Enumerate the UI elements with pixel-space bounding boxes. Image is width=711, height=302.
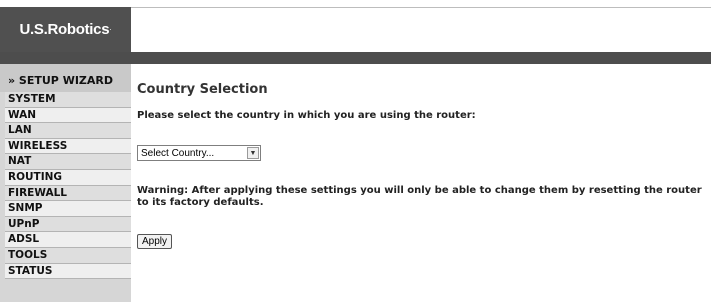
sidebar-item-firewall[interactable]: FIREWALL (5, 185, 131, 202)
sidebar-item-nat[interactable]: NAT (5, 154, 131, 170)
sidebar-item-wireless[interactable]: WIRELESS (5, 138, 131, 155)
sidebar-item-routing[interactable]: ROUTING (5, 169, 131, 186)
logo: U.S.Robotics · (0, 7, 131, 52)
country-select[interactable]: Select Country... ▼ (137, 145, 261, 161)
header-bar (0, 52, 711, 64)
frame-top-line (0, 0, 711, 7)
country-select-value: Select Country... (141, 147, 215, 159)
brand-name: U.S.Robotics (19, 21, 110, 38)
sidebar: » SETUP WIZARD SYSTEM WAN LAN WIRELESS N… (0, 64, 131, 302)
sidebar-item-wan[interactable]: WAN (5, 107, 131, 124)
country-prompt: Please select the country in which you a… (137, 110, 476, 121)
header-area (131, 7, 711, 52)
apply-button[interactable]: Apply (137, 234, 173, 249)
sidebar-item-setup-wizard[interactable]: » SETUP WIZARD (0, 64, 131, 92)
sidebar-item-system[interactable]: SYSTEM (5, 92, 131, 108)
warning-text: Warning: After applying these settings y… (137, 185, 702, 208)
sidebar-item-lan[interactable]: LAN (5, 123, 131, 139)
sidebar-item-status[interactable]: STATUS (5, 263, 131, 280)
page-title: Country Selection (137, 82, 268, 97)
chevron-down-icon[interactable]: ▼ (247, 147, 259, 159)
brand-mark: · (109, 25, 112, 34)
sidebar-item-snmp[interactable]: SNMP (5, 201, 131, 217)
sidebar-item-tools[interactable]: TOOLS (5, 247, 131, 264)
sidebar-nav-list: SYSTEM WAN LAN WIRELESS NAT ROUTING FIRE… (0, 92, 131, 280)
sidebar-item-adsl[interactable]: ADSL (5, 232, 131, 248)
sidebar-item-upnp[interactable]: UPnP (5, 216, 131, 233)
